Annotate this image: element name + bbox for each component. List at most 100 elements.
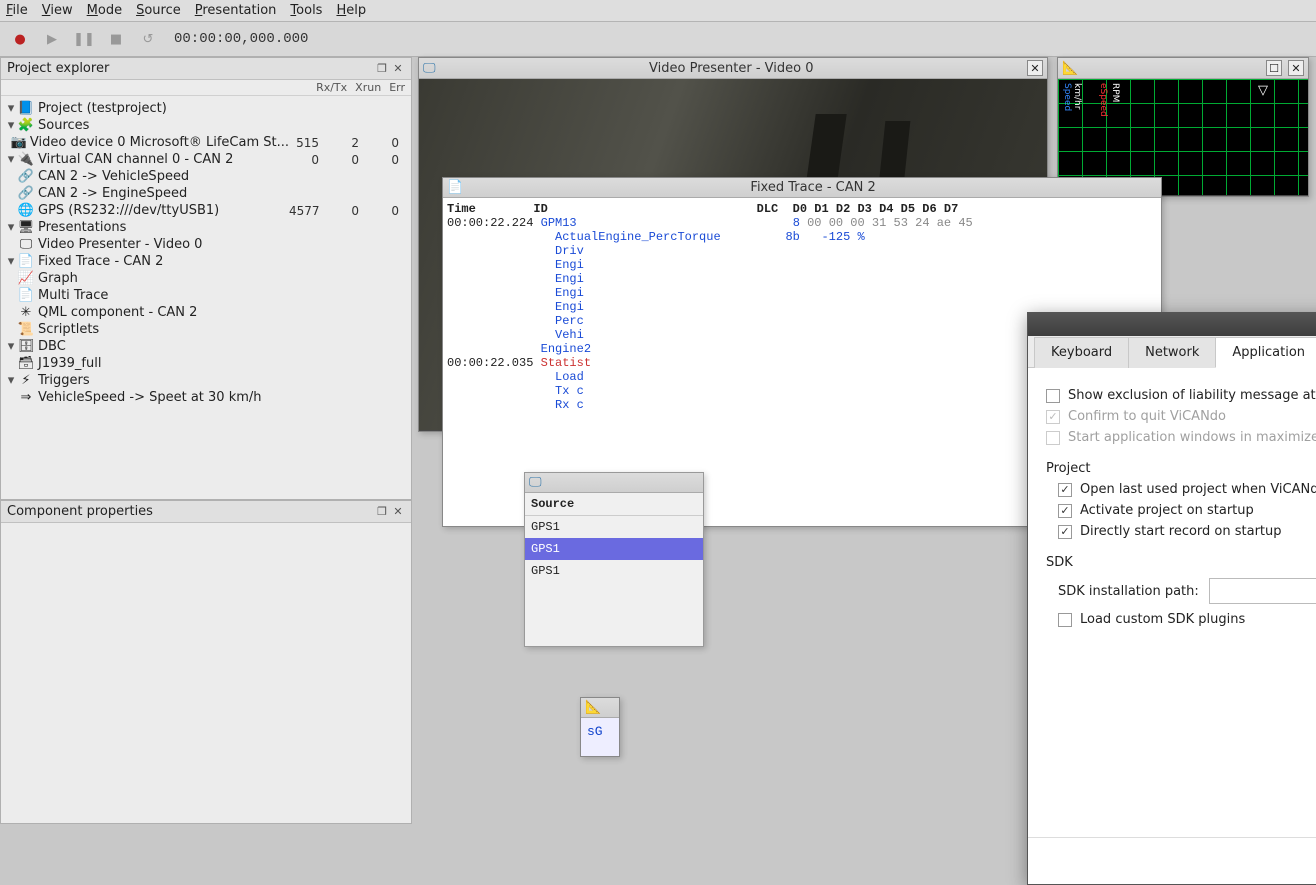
toolbar: ● ▶ ❚❚ ■ ↺ 00:00:00,000.000: [0, 22, 1316, 57]
menu-tools[interactable]: Tools: [290, 3, 322, 18]
menu-mode[interactable]: Mode: [87, 3, 122, 18]
source-item[interactable]: GPS1: [525, 516, 703, 538]
tree-dbc[interactable]: ▾🗄DBC: [3, 338, 409, 355]
settings-dialog: Settings ✕ Keyboard Network Application …: [1027, 312, 1316, 885]
gauge-espeed-label: eSpeed: [1098, 83, 1108, 117]
label-record: Directly start record on startup: [1080, 524, 1282, 539]
dialog-buttons: ✔Apply ✖Cancel ✔OK: [1028, 837, 1316, 884]
settings-tabs: Keyboard Network Application Virtual CAN…: [1028, 336, 1316, 368]
stop-button[interactable]: ■: [104, 27, 128, 51]
tree-can-vehiclespeed[interactable]: 🔗CAN 2 -> VehicleSpeed: [3, 168, 409, 185]
project-icon: 📘: [17, 101, 35, 116]
close-icon[interactable]: ✕: [391, 505, 405, 519]
sources-icon: 🧩: [17, 118, 35, 133]
pause-button[interactable]: ❚❚: [72, 27, 96, 51]
trace-icon: 📄: [17, 254, 35, 269]
play-button[interactable]: ▶: [40, 27, 64, 51]
tree-sources[interactable]: ▾🧩Sources: [3, 117, 409, 134]
tree-triggers[interactable]: ▾⚡Triggers: [3, 372, 409, 389]
script-icon: 📜: [17, 322, 35, 337]
settings-titlebar[interactable]: Settings ✕: [1028, 313, 1316, 336]
record-button[interactable]: ●: [8, 27, 32, 51]
tree-can-enginespeed[interactable]: 🔗CAN 2 -> EngineSpeed: [3, 185, 409, 202]
needle-icon: ▽: [1258, 83, 1268, 98]
tree-trigger-vs[interactable]: ⇒VehicleSpeed -> Speet at 30 km/h: [3, 389, 409, 406]
label-activate: Activate project on startup: [1080, 503, 1254, 518]
trigger-icon: ⚡: [17, 373, 35, 388]
tree-project[interactable]: ▾📘Project (testproject): [3, 100, 409, 117]
checkbox-open-last[interactable]: ✓: [1058, 483, 1072, 497]
menu-source[interactable]: Source: [136, 3, 181, 18]
checkbox-maximized: [1046, 431, 1060, 445]
col-rxtx: Rx/Tx: [316, 81, 347, 94]
close-icon[interactable]: ✕: [1288, 60, 1304, 76]
tree-multi-trace[interactable]: 📄Multi Trace: [3, 287, 409, 304]
qml-icon: ✳: [17, 305, 35, 320]
source-window[interactable]: 🖵 Source GPS1 GPS1 GPS1: [524, 472, 704, 647]
label-exclusion: Show exclusion of liability message at s…: [1068, 388, 1316, 403]
settings-content: Show exclusion of liability message at s…: [1028, 368, 1316, 837]
tree-gps[interactable]: 🌐GPS (RS232:///dev/ttyUSB1) 457700: [3, 202, 409, 219]
gauge-icon: 📐: [585, 700, 601, 715]
tab-network[interactable]: Network: [1128, 337, 1216, 368]
db-icon: 🗄: [17, 339, 35, 354]
sdk-path-input[interactable]: [1209, 578, 1316, 604]
source-item-selected[interactable]: GPS1: [525, 538, 703, 560]
maximize-icon[interactable]: ☐: [1266, 60, 1282, 76]
menu-help[interactable]: Help: [336, 3, 366, 18]
project-tree[interactable]: ▾📘Project (testproject) ▾🧩Sources 📷Video…: [1, 96, 411, 499]
tab-keyboard[interactable]: Keyboard: [1034, 337, 1129, 368]
menu-file[interactable]: File: [6, 3, 28, 18]
checkbox-exclusion[interactable]: [1046, 389, 1060, 403]
checkbox-plugins[interactable]: [1058, 613, 1072, 627]
camera-icon: 📷: [11, 135, 27, 150]
sg-panel[interactable]: 📐 sG: [580, 697, 620, 757]
tree-scriptlets[interactable]: 📜Scriptlets: [3, 321, 409, 338]
restore-icon[interactable]: ❐: [375, 505, 389, 519]
tree-columns-header: Rx/Tx Xrun Err: [1, 80, 411, 96]
video-window-title: Video Presenter - Video 0: [442, 61, 1021, 76]
trigger-item-icon: ⇒: [17, 390, 35, 405]
gauge-rpm-label: RPM: [1110, 83, 1120, 102]
source-item[interactable]: GPS1: [525, 560, 703, 582]
gauge-window[interactable]: 📐 ☐ ✕ Speed km/hr eSpeed RPM ▽: [1057, 57, 1309, 197]
gauge-icon: 📐: [1062, 61, 1078, 76]
checkbox-activate[interactable]: ✓: [1058, 504, 1072, 518]
gps-icon: 🌐: [17, 203, 35, 218]
can-icon: 🔌: [17, 152, 35, 167]
tree-qml[interactable]: ✳QML component - CAN 2: [3, 304, 409, 321]
trace-icon: 📄: [17, 288, 35, 303]
monitor-icon: 🖵: [529, 475, 542, 490]
loop-button[interactable]: ↺: [136, 27, 160, 51]
project-explorer-header: Project explorer ❐ ✕: [1, 58, 411, 80]
menu-presentation[interactable]: Presentation: [195, 3, 277, 18]
menu-view[interactable]: View: [42, 3, 73, 18]
restore-icon[interactable]: ❐: [375, 62, 389, 76]
tree-video-device[interactable]: 📷Video device 0 Microsoft® LifeCam St...…: [3, 134, 409, 151]
menubar: File View Mode Source Presentation Tools…: [0, 0, 1316, 22]
sdk-path-label: SDK installation path:: [1058, 584, 1199, 599]
timecode: 00:00:00,000.000: [174, 31, 308, 47]
checkbox-record[interactable]: ✓: [1058, 525, 1072, 539]
trace-columns: Time ID DLC D0 D1 D2 D3 D4 D5 D6 D7: [447, 202, 1157, 216]
graph-icon: 📈: [17, 271, 35, 286]
tree-graph[interactable]: 📈Graph: [3, 270, 409, 287]
sg-label: sG: [581, 718, 619, 745]
close-icon[interactable]: ✕: [1027, 60, 1043, 76]
monitor-icon: 🖵: [423, 61, 436, 76]
tab-application[interactable]: Application: [1215, 337, 1316, 368]
presentations-icon: 🖥: [17, 220, 35, 235]
component-properties-body: [1, 523, 411, 823]
close-icon[interactable]: ✕: [391, 62, 405, 76]
monitor-icon: 🖵: [17, 237, 35, 252]
tree-fixed-trace[interactable]: ▾📄Fixed Trace - CAN 2: [3, 253, 409, 270]
tree-vcan[interactable]: ▾🔌Virtual CAN channel 0 - CAN 2 000: [3, 151, 409, 168]
label-open-last: Open last used project when ViCANdo star…: [1080, 482, 1316, 497]
dbfile-icon: 🗃: [17, 356, 35, 371]
tree-j1939[interactable]: 🗃J1939_full: [3, 355, 409, 372]
tree-video-presenter[interactable]: 🖵Video Presenter - Video 0: [3, 236, 409, 253]
col-xrun: Xrun: [355, 81, 381, 94]
label-plugins: Load custom SDK plugins: [1080, 612, 1245, 627]
tree-presentations[interactable]: ▾🖥Presentations: [3, 219, 409, 236]
section-project: Project: [1046, 461, 1316, 476]
